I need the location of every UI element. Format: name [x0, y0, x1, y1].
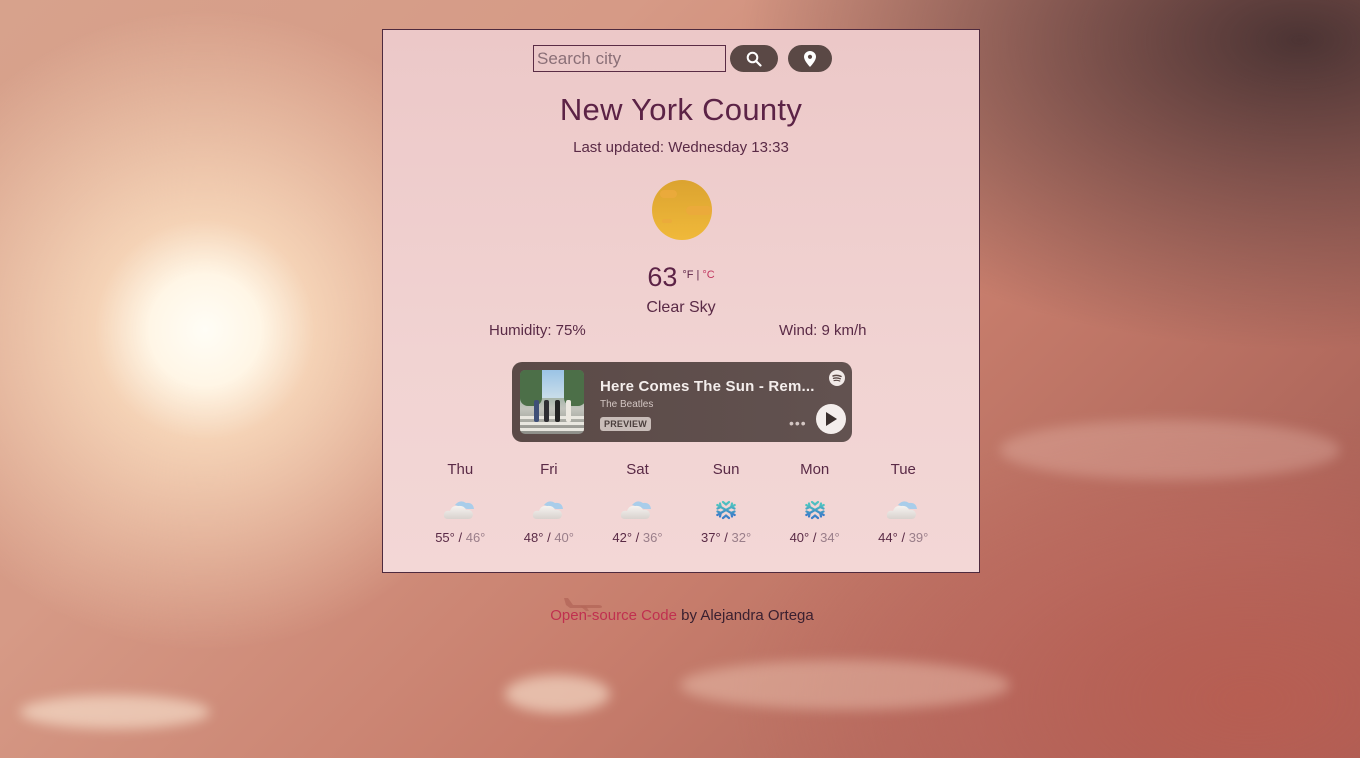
forecast-high: 48° — [523, 530, 544, 545]
forecast-temps: 48° / 40° — [505, 530, 594, 545]
forecast-day-name: Thu — [447, 461, 474, 478]
forecast-row: Thu 55° / 46° Fri 48° / 40° Sat 42° / 36… — [416, 461, 948, 545]
album-art[interactable] — [520, 370, 584, 434]
cloud-icon — [505, 493, 594, 527]
forecast-low: 34° — [820, 530, 840, 545]
spotify-icon[interactable] — [829, 370, 845, 386]
city-name: New York County — [559, 92, 803, 127]
background-cloud — [680, 660, 1010, 710]
background-cloud — [20, 695, 210, 729]
forecast-day-name: Fri — [540, 461, 558, 478]
clear-sky-sun-icon — [652, 180, 712, 240]
forecast-day-name: Mon — [800, 461, 830, 478]
current-temperature: 63 — [647, 262, 678, 292]
weather-card: New York County Last updated: Wednesday … — [382, 29, 980, 573]
temp-separator: / — [809, 530, 821, 545]
unit-separator: | — [696, 269, 700, 281]
song-title[interactable]: Here Comes The Sun - Rem... — [600, 378, 815, 395]
open-source-code-link[interactable]: Open-source Code — [550, 607, 677, 624]
footer-author: by Alejandra Ortega — [676, 607, 814, 624]
temp-separator: / — [897, 530, 909, 545]
celsius-link[interactable]: °C — [702, 269, 714, 281]
forecast-high: 40° — [789, 530, 810, 545]
fahrenheit-link[interactable]: °F — [682, 269, 693, 281]
forecast-day: Sat 42° / 36° — [593, 461, 682, 545]
last-updated: Last updated: Wednesday 13:33 — [573, 139, 789, 156]
forecast-temps: 42° / 36° — [593, 530, 682, 545]
forecast-temps: 44° / 39° — [859, 530, 948, 545]
forecast-low: 39° — [908, 530, 929, 545]
forecast-temps: 40° / 34° — [770, 530, 859, 545]
forecast-high: 37° — [700, 530, 721, 545]
background-cloud — [1000, 420, 1340, 480]
cloud-icon — [593, 493, 682, 527]
location-pin-icon — [804, 50, 816, 67]
temp-separator: / — [454, 530, 466, 545]
forecast-high: 44° — [878, 530, 898, 545]
search-button[interactable] — [730, 45, 778, 72]
search-city-input[interactable] — [533, 45, 726, 72]
forecast-low: 40° — [554, 530, 574, 545]
humidity: Humidity: 75% — [489, 322, 586, 339]
wind-speed: Wind: 9 km/h — [779, 322, 867, 339]
forecast-day-name: Sun — [712, 461, 740, 478]
song-artist[interactable]: The Beatles — [600, 399, 653, 410]
forecast-high: 42° — [612, 530, 633, 545]
more-dots-icon[interactable]: ••• — [789, 416, 807, 430]
forecast-temps: 37° / 32° — [682, 530, 771, 545]
snowflake-icon — [770, 493, 859, 527]
temp-separator: / — [543, 530, 555, 545]
forecast-day-name: Tue — [890, 461, 916, 478]
current-location-button[interactable] — [788, 45, 832, 72]
preview-badge: PREVIEW — [600, 417, 651, 431]
temp-separator: / — [632, 530, 643, 545]
spotify-player[interactable]: Here Comes The Sun - Rem... The Beatles … — [512, 362, 852, 442]
forecast-temps: 55° / 46° — [416, 530, 505, 545]
temp-separator: / — [720, 530, 732, 545]
search-icon — [746, 51, 762, 67]
footer: Open-source Code by Alejandra Ortega — [0, 607, 1360, 624]
snowflake-icon — [682, 493, 771, 527]
forecast-day: Thu 55° / 46° — [416, 461, 505, 545]
cloud-icon — [416, 493, 505, 527]
forecast-day: Mon 40° / 34° — [770, 461, 859, 545]
forecast-high: 55° — [435, 530, 455, 545]
forecast-day-name: Sat — [626, 461, 649, 478]
forecast-low: 36° — [642, 530, 663, 545]
background-cloud — [505, 675, 610, 713]
forecast-day: Tue 44° / 39° — [859, 461, 948, 545]
forecast-day: Fri 48° / 40° — [505, 461, 594, 545]
forecast-day: Sun 37° / 32° — [682, 461, 771, 545]
play-button[interactable] — [816, 404, 846, 434]
play-icon — [826, 412, 837, 426]
forecast-low: 32° — [731, 530, 752, 545]
unit-toggle: °F | °C — [682, 269, 714, 281]
temperature-row: 63 °F | °C — [383, 262, 979, 293]
search-bar — [533, 45, 832, 72]
weather-description: Clear Sky — [646, 299, 716, 316]
cloud-icon — [859, 493, 948, 527]
forecast-low: 46° — [465, 530, 486, 545]
